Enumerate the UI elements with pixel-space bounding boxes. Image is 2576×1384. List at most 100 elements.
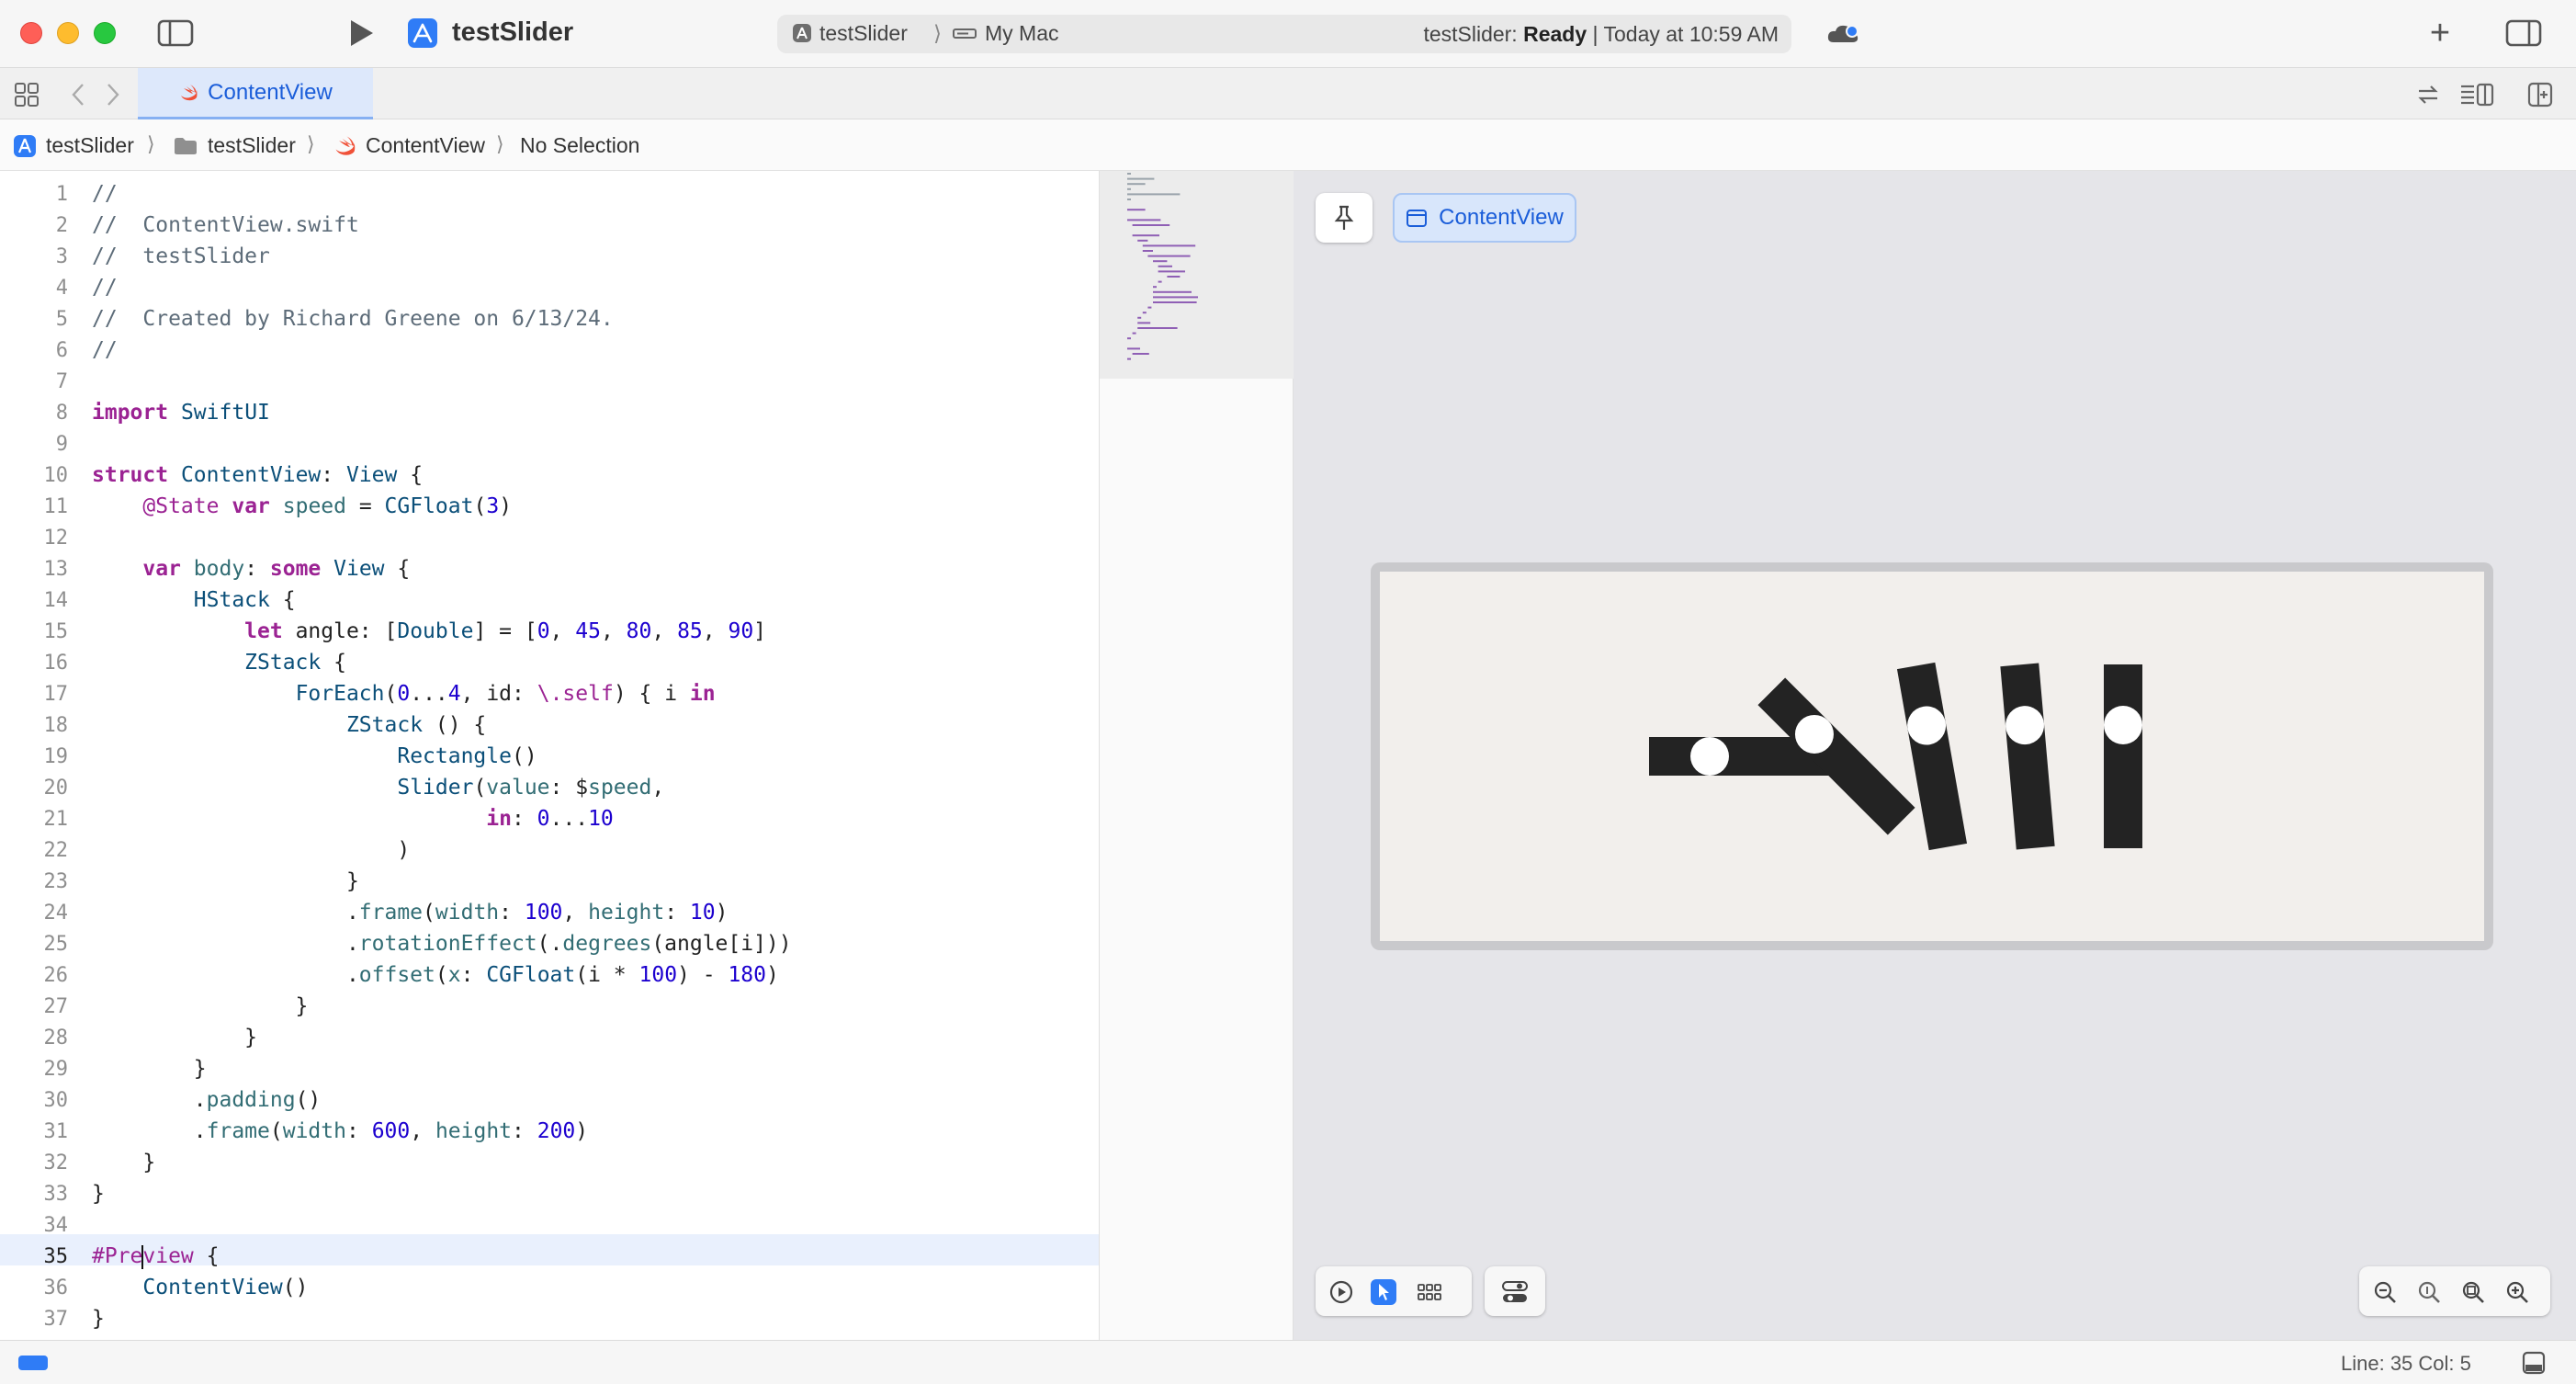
code-line[interactable]: 11 @State var speed = CGFloat(3) — [0, 491, 513, 522]
code-text: .padding() — [92, 1088, 322, 1112]
minimap-line — [1127, 357, 1131, 360]
related-items-grid-icon[interactable] — [13, 81, 40, 108]
zoom-to-fit-button[interactable] — [2458, 1277, 2488, 1307]
code-text: } — [92, 1057, 207, 1081]
code-line[interactable]: 27 } — [0, 991, 309, 1022]
code-line[interactable]: 22 ) — [0, 834, 411, 866]
variants-button[interactable] — [1415, 1277, 1444, 1307]
minimize-window-button[interactable] — [57, 22, 79, 44]
code-line[interactable]: 35 #Preview { — [0, 1241, 219, 1272]
minimap-line — [1167, 276, 1181, 278]
scheme-target[interactable]: testSlider — [792, 21, 908, 46]
app-target-icon — [793, 24, 811, 42]
close-window-button[interactable] — [20, 22, 42, 44]
code-line[interactable]: 36 ContentView() — [0, 1272, 309, 1303]
minimap[interactable] — [1099, 171, 1294, 1340]
back-chevron-icon[interactable] — [66, 81, 90, 108]
preview-canvas[interactable]: ContentView — [1294, 171, 2576, 1340]
code-line[interactable]: 25 .rotationEffect(.degrees(angle[i])) — [0, 928, 792, 959]
code-line[interactable]: 2 // ContentView.swift — [0, 210, 359, 241]
project-icon — [14, 134, 36, 157]
jump-bar-group[interactable]: testSlider — [173, 133, 296, 158]
add-button[interactable]: + — [2422, 14, 2458, 52]
code-line[interactable]: 8 import SwiftUI — [0, 397, 270, 428]
scheme-destination[interactable]: My Mac — [952, 21, 1059, 46]
rotated-sliders-render — [1649, 662, 2142, 851]
code-line[interactable]: 9 — [0, 428, 68, 459]
cloud-sync-icon[interactable] — [1825, 18, 1861, 50]
tab-contentview[interactable]: ContentView — [138, 68, 373, 119]
code-text: // ContentView.swift — [92, 213, 359, 237]
code-line[interactable]: 26 .offset(x: CGFloat(i * 100) - 180) — [0, 959, 779, 991]
device-settings-button[interactable] — [1500, 1277, 1530, 1307]
zoom-fit-icon — [2462, 1281, 2484, 1303]
code-text: Rectangle() — [397, 744, 537, 768]
source-editor[interactable]: 1 // 2 // ContentView.swift 3 // testSlider 4 /… — [0, 171, 1099, 1340]
code-line[interactable]: 32 } — [0, 1147, 156, 1178]
code-line[interactable]: 12 — [0, 522, 69, 553]
code-line[interactable]: 1 // — [0, 178, 118, 210]
code-line[interactable]: 13 var body: some View { — [0, 553, 411, 584]
minimap-line — [1153, 260, 1168, 263]
minimap-line — [1137, 239, 1148, 242]
code-line[interactable]: 20 Slider(value: $speed, — [0, 772, 665, 803]
code-line[interactable]: 3 // testSlider — [0, 241, 270, 272]
code-line[interactable]: 10 struct ContentView: View { — [0, 459, 424, 491]
zoom-to-100-button[interactable] — [2414, 1277, 2444, 1307]
pin-preview-button[interactable] — [1316, 193, 1373, 243]
editor-tab-bar: ContentView — [0, 68, 2576, 119]
code-text: .offset(x: CGFloat(i * 100) - 180) — [92, 963, 779, 987]
code-line[interactable]: 5 // Created by Richard Greene on 6/13/24… — [0, 303, 614, 335]
code-line[interactable]: 6 // — [0, 335, 118, 366]
code-line[interactable]: 37} — [0, 1303, 105, 1334]
code-line[interactable]: 24 .frame(width: 100, height: 10) — [0, 897, 729, 928]
minimap-line — [1127, 209, 1146, 211]
breakpoints-toggle-icon[interactable] — [18, 1356, 48, 1370]
swift-file-icon — [181, 84, 198, 100]
code-text: import SwiftUI — [92, 401, 270, 425]
code-line[interactable]: 21 in: 0...10 — [0, 803, 614, 834]
editor-options-icon[interactable] — [2458, 81, 2497, 108]
preview-selector-chip[interactable]: ContentView — [1393, 193, 1576, 243]
code-line[interactable]: 16 ZStack { — [0, 647, 346, 678]
jump-bar-file[interactable]: ContentView — [333, 133, 485, 158]
forward-chevron-icon[interactable] — [101, 81, 125, 108]
code-line[interactable]: 19 Rectangle() — [0, 741, 537, 772]
code-line[interactable]: 4 // — [0, 272, 118, 303]
line-number: 10 — [43, 464, 69, 487]
code-line[interactable]: 33} — [0, 1178, 105, 1209]
live-mode-button[interactable] — [1327, 1277, 1356, 1307]
activity-scheme-bar[interactable]: testSlider ⟩ My Mac testSlider: Ready | … — [777, 15, 1791, 53]
jump-bar-selection[interactable]: No Selection — [520, 133, 639, 158]
zoom-out-button[interactable] — [2370, 1277, 2400, 1307]
zoom-window-button[interactable] — [94, 22, 116, 44]
code-line[interactable]: 23 } — [0, 866, 359, 897]
code-line[interactable]: 28 } — [0, 1022, 258, 1053]
debug-area-toggle-icon[interactable] — [2521, 1350, 2547, 1376]
selectable-mode-button[interactable] — [1371, 1279, 1396, 1305]
code-line[interactable]: 15 let angle: [Double] = [0, 45, 80, 85,… — [0, 616, 767, 647]
code-line[interactable]: 30 .padding() — [0, 1084, 322, 1116]
code-line[interactable]: 29 } — [0, 1053, 207, 1084]
run-button[interactable] — [342, 17, 378, 50]
jump-bar-project[interactable]: testSlider — [13, 133, 134, 158]
code-line[interactable]: 31 .frame(width: 600, height: 200) — [0, 1116, 589, 1147]
code-line[interactable]: 34 — [0, 1209, 69, 1241]
code-text: } — [92, 869, 359, 893]
code-text: HStack { — [193, 588, 296, 612]
code-line[interactable]: 18 ZStack () { — [0, 709, 487, 741]
navigator-toggle-icon[interactable] — [156, 18, 195, 48]
inspector-toggle-icon[interactable] — [2504, 18, 2543, 48]
split-editor-icon[interactable] — [2526, 81, 2554, 108]
line-number: 30 — [43, 1089, 69, 1112]
code-text: ZStack () { — [345, 713, 487, 737]
zoom-in-button[interactable] — [2503, 1277, 2532, 1307]
zoom-out-icon — [2374, 1281, 2396, 1303]
code-text: Slider(value: $speed, — [397, 776, 665, 800]
line-number: 2 — [55, 214, 68, 237]
code-line[interactable]: 14 HStack { — [0, 584, 296, 616]
code-line[interactable]: 17 ForEach(0...4, id: \.self) { i in — [0, 678, 716, 709]
swap-arrows-icon[interactable] — [2414, 81, 2442, 108]
code-line[interactable]: 7 — [0, 366, 68, 397]
settings-toggles-icon — [1502, 1281, 1528, 1302]
